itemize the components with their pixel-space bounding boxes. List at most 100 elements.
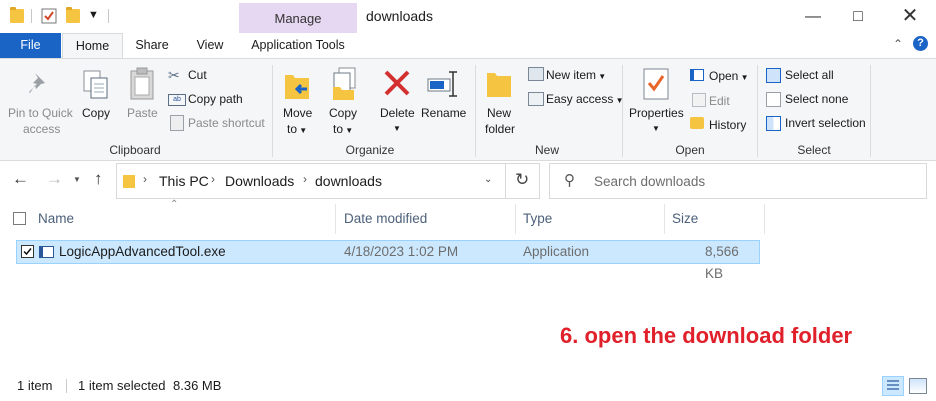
pin-to-quick-access-label-2[interactable]: access — [23, 122, 60, 136]
status-selection: 1 item selected — [78, 378, 166, 393]
search-box[interactable]: ⚲ Search downloads — [549, 163, 927, 199]
select-all-checkbox[interactable] — [13, 212, 26, 225]
select-group-label: Select — [797, 143, 831, 157]
open-icon — [690, 69, 704, 81]
new-item-text: New item — [546, 68, 597, 82]
move-to-button[interactable]: Move — [283, 106, 312, 120]
organize-group-label: Organize — [345, 143, 395, 157]
easy-access-button[interactable]: Easy access ▼ — [546, 92, 624, 106]
tab-file[interactable]: File — [0, 33, 61, 58]
group-divider — [272, 65, 273, 157]
minimize-icon[interactable]: — — [790, 0, 836, 33]
move-to-text: to — [287, 122, 298, 136]
new-folder-icon — [487, 73, 511, 97]
details-lines-icon — [887, 380, 899, 390]
breadcrumb-this-pc[interactable]: This PC — [159, 173, 209, 189]
window-title: downloads — [366, 8, 433, 24]
status-size: 8.36 MB — [173, 378, 222, 393]
easy-access-icon — [528, 92, 544, 106]
refresh-button[interactable]: ↻ — [506, 163, 540, 199]
select-all-button[interactable]: Select all — [785, 68, 834, 82]
details-view-icon[interactable] — [882, 376, 904, 396]
copy-path-button[interactable]: Copy path — [188, 92, 243, 106]
chevron-down-icon[interactable]: ▼ — [393, 124, 401, 133]
folder-icon — [123, 175, 135, 188]
copy-to-label-2[interactable]: to ▼ — [333, 122, 353, 136]
pin-to-quick-access-label[interactable]: Pin to Quick — [8, 106, 73, 120]
new-group-label: New — [534, 143, 559, 157]
address-history-dropdown-icon[interactable]: ⌄ — [484, 174, 492, 185]
large-icons-view-icon[interactable] — [909, 378, 927, 394]
column-header-name[interactable]: Name — [38, 202, 74, 236]
collapse-ribbon-icon[interactable]: ⌃ — [893, 37, 903, 51]
file-size: 8,566 KB — [705, 244, 739, 281]
divider — [31, 9, 32, 23]
customize-quick-access-icon[interactable]: ▼ — [88, 9, 99, 21]
column-divider[interactable] — [764, 204, 765, 234]
address-bar[interactable]: › This PC › Downloads › downloads ⌄ — [116, 163, 506, 199]
copy-button[interactable]: Copy — [82, 106, 110, 120]
copy-to-icon — [333, 67, 356, 100]
tab-application-tools[interactable]: Application Tools — [241, 33, 355, 58]
status-divider — [66, 379, 67, 393]
edit-button[interactable]: Edit — [709, 94, 730, 108]
file-name[interactable]: LogicAppAdvancedTool.exe — [59, 241, 226, 263]
table-row[interactable]: LogicAppAdvancedTool.exe 4/18/2023 1:02 … — [16, 240, 760, 281]
chevron-down-icon[interactable]: ▼ — [652, 124, 660, 133]
ribbon-tabs: File Home Share View Application Tools ⌃… — [0, 33, 936, 59]
select-none-button[interactable]: Select none — [785, 92, 848, 106]
history-icon — [690, 117, 704, 129]
group-divider — [757, 65, 758, 157]
column-header-date[interactable]: Date modified — [344, 202, 427, 236]
help-icon[interactable]: ? — [913, 36, 928, 51]
properties-button[interactable]: Properties — [629, 106, 684, 120]
back-icon[interactable]: ← — [12, 169, 29, 189]
manage-contextual-tab[interactable]: Manage — [239, 3, 357, 33]
new-item-button[interactable]: New item ▼ — [546, 68, 606, 82]
open-group-label: Open — [675, 143, 705, 157]
tab-share[interactable]: Share — [125, 33, 179, 58]
copy-to-button[interactable]: Copy — [329, 106, 357, 120]
new-folder-label-2[interactable]: folder — [485, 122, 515, 136]
forward-icon[interactable]: → — [46, 169, 63, 189]
move-to-icon — [285, 75, 309, 99]
close-icon[interactable]: ✕ — [887, 0, 933, 33]
breadcrumb-downloads[interactable]: Downloads — [225, 173, 294, 189]
column-divider[interactable] — [515, 204, 516, 234]
clipboard-group-label: Clipboard — [109, 143, 161, 157]
tab-home[interactable]: Home — [62, 33, 123, 59]
chevron-down-icon: ▼ — [738, 73, 749, 82]
cut-icon: ✂ — [168, 67, 180, 83]
delete-button[interactable]: Delete — [380, 106, 415, 120]
sort-indicator-icon: ⌃ — [170, 199, 179, 210]
history-button[interactable]: History — [709, 118, 746, 132]
new-folder-button[interactable]: New — [487, 106, 511, 120]
cut-button[interactable]: Cut — [188, 68, 207, 82]
up-icon[interactable]: ↑ — [94, 169, 103, 189]
breadcrumb-current[interactable]: downloads — [315, 173, 382, 189]
rename-button[interactable]: Rename — [421, 106, 466, 120]
properties-quick-icon[interactable] — [41, 8, 57, 24]
new-folder-quick-icon[interactable] — [66, 7, 80, 23]
recent-locations-icon[interactable]: ▼ — [73, 175, 81, 184]
column-divider[interactable] — [664, 204, 665, 234]
column-header-size[interactable]: Size — [672, 202, 698, 236]
select-none-icon — [766, 92, 781, 107]
copy-to-text: to — [333, 122, 344, 136]
paste-button[interactable]: Paste — [127, 106, 158, 120]
column-header-type[interactable]: Type — [523, 202, 552, 236]
invert-selection-button[interactable]: Invert selection — [785, 116, 866, 130]
select-all-icon — [766, 68, 781, 83]
paste-shortcut-button[interactable]: Paste shortcut — [188, 116, 265, 130]
edit-icon — [692, 93, 706, 107]
checkmark-icon — [23, 248, 32, 256]
search-placeholder[interactable]: Search downloads — [594, 174, 705, 189]
open-button[interactable]: Open ▼ — [709, 69, 749, 83]
paste-shortcut-icon — [170, 115, 184, 131]
column-divider[interactable] — [335, 204, 336, 234]
maximize-icon[interactable]: □ — [835, 0, 881, 33]
row-checkbox[interactable] — [21, 245, 34, 258]
tab-view[interactable]: View — [183, 33, 237, 58]
move-to-label-2[interactable]: to ▼ — [287, 122, 307, 136]
properties-icon — [643, 68, 669, 100]
